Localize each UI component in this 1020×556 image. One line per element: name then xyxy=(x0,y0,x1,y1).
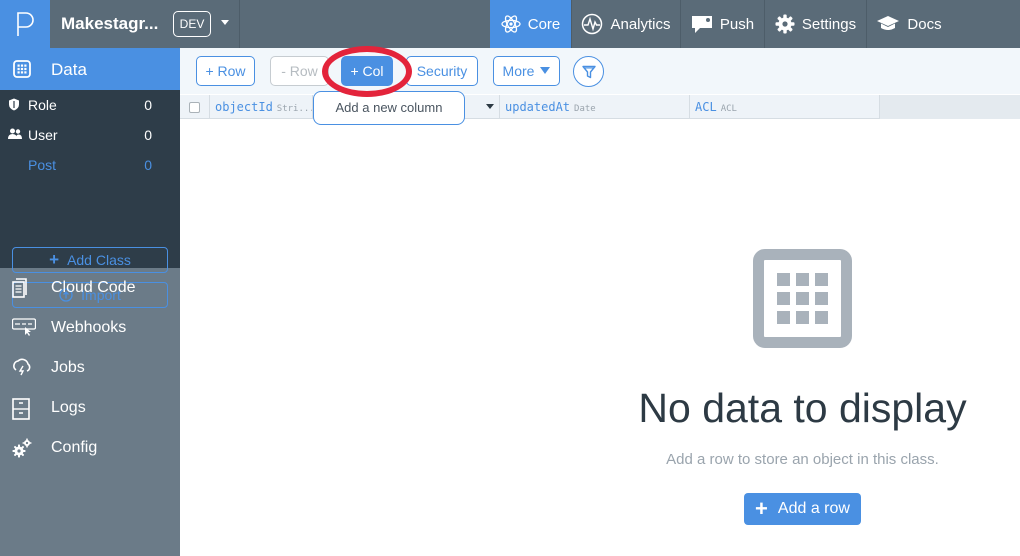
add-row-button[interactable]: + Row xyxy=(196,56,255,86)
app-name[interactable]: Makestagr... xyxy=(61,0,158,48)
sidebar-config-label: Config xyxy=(51,439,98,456)
push-message-icon xyxy=(691,16,712,33)
class-post-label: Post xyxy=(28,157,57,173)
sidebar-jobs-label: Jobs xyxy=(51,359,85,376)
class-item-user[interactable]: User 0 xyxy=(0,120,180,150)
column-type: Stri... xyxy=(276,104,313,114)
column-type: ACL xyxy=(720,104,737,114)
column-name: objectId xyxy=(215,100,273,114)
class-user-label: User xyxy=(28,127,58,143)
logs-icon xyxy=(12,398,30,420)
chevron-down-icon xyxy=(540,67,551,74)
top-bar: Makestagr... DEV Core Analytics Push Set… xyxy=(0,0,1020,48)
column-header-updatedat[interactable]: updatedAt Date xyxy=(500,95,690,119)
empty-state-subtitle: Add a row to store an object in this cla… xyxy=(666,451,939,468)
nav-settings[interactable]: Settings xyxy=(765,0,866,48)
atom-icon xyxy=(501,15,521,33)
sidebar-item-data[interactable]: Data xyxy=(0,48,180,90)
class-role-label: Role xyxy=(28,97,57,113)
shield-icon xyxy=(9,98,19,111)
pulse-icon xyxy=(582,13,603,35)
column-name: updatedAt xyxy=(505,100,571,114)
nav-analytics[interactable]: Analytics xyxy=(572,0,680,48)
class-user-count: 0 xyxy=(144,127,152,143)
parse-logo-icon xyxy=(17,12,34,36)
nav-push[interactable]: Push xyxy=(681,0,764,48)
more-label: More xyxy=(502,63,535,79)
select-all-cell xyxy=(180,95,210,119)
users-icon xyxy=(8,128,22,139)
nav-docs[interactable]: Docs xyxy=(867,0,951,48)
sidebar-item-config[interactable]: Config xyxy=(0,428,180,468)
env-badge[interactable]: DEV xyxy=(173,11,211,37)
gear-icon xyxy=(775,14,795,34)
jobs-icon xyxy=(13,358,31,376)
nav-core-label: Core xyxy=(527,15,561,33)
toolbar: + Row - Row + Col Security More xyxy=(180,48,1020,94)
sidebar-webhooks-label: Webhooks xyxy=(51,319,127,336)
nav-push-label: Push xyxy=(719,15,755,33)
column-header-filler xyxy=(880,95,1020,119)
sidebar-logs-label: Logs xyxy=(51,399,86,416)
column-header-acl[interactable]: ACL ACL xyxy=(690,95,880,119)
webhook-icon xyxy=(12,318,36,336)
class-post-count: 0 xyxy=(144,157,152,173)
add-row-cta-button[interactable]: + Add a row xyxy=(744,493,861,525)
database-grid-icon xyxy=(13,60,31,78)
class-item-post[interactable]: Post 0 xyxy=(0,150,180,180)
sidebar-data-label: Data xyxy=(51,60,87,79)
plus-icon: + xyxy=(49,250,60,269)
grid-icon xyxy=(777,273,828,324)
nav-core[interactable]: Core xyxy=(490,0,571,48)
table-header: objectId Stri... updatedAt Date ACL ACL xyxy=(180,95,1020,119)
sidebar-item-webhooks[interactable]: Webhooks xyxy=(0,308,180,348)
plus-icon: + xyxy=(755,496,768,521)
empty-state-title: No data to display xyxy=(638,385,967,431)
nav-docs-label: Docs xyxy=(907,15,942,33)
empty-table-icon xyxy=(753,249,852,348)
class-list-panel: Role 0 User 0 Post 0 + Add Class Import xyxy=(0,90,180,308)
column-header-objectid[interactable]: objectId Stri... xyxy=(210,95,313,119)
add-row-cta-label: Add a row xyxy=(777,500,850,517)
top-divider xyxy=(239,0,240,48)
sidebar-item-logs[interactable]: Logs xyxy=(0,388,180,428)
document-icon xyxy=(12,278,27,298)
column-menu-caret-icon[interactable] xyxy=(486,104,494,110)
class-item-role[interactable]: Role 0 xyxy=(0,90,180,120)
app-switcher-caret-icon[interactable] xyxy=(220,17,230,27)
nav-analytics-label: Analytics xyxy=(610,15,671,33)
gears-icon xyxy=(12,438,32,458)
graduation-cap-icon xyxy=(877,16,900,30)
sidebar-item-cloud-code[interactable]: Cloud Code xyxy=(0,268,180,308)
nav-settings-label: Settings xyxy=(801,15,857,33)
class-role-count: 0 xyxy=(144,97,152,113)
remove-row-button[interactable]: - Row xyxy=(270,56,329,86)
add-column-tooltip: Add a new column xyxy=(313,91,465,125)
select-all-checkbox[interactable] xyxy=(189,102,200,113)
more-button[interactable]: More xyxy=(493,56,560,86)
column-type: Date xyxy=(574,104,596,114)
parse-logo[interactable] xyxy=(0,0,50,48)
filter-icon xyxy=(581,65,596,78)
highlight-annotation-circle xyxy=(322,46,412,97)
sidebar: Data Role 0 User 0 Post 0 + Add Class Im… xyxy=(0,48,180,556)
security-button[interactable]: Security xyxy=(406,56,478,86)
column-name: ACL xyxy=(695,100,717,114)
filter-button[interactable] xyxy=(573,56,604,87)
sidebar-cloud-code-label: Cloud Code xyxy=(51,279,136,296)
add-class-label: Add Class xyxy=(67,252,131,268)
sidebar-item-jobs[interactable]: Jobs xyxy=(0,348,180,388)
